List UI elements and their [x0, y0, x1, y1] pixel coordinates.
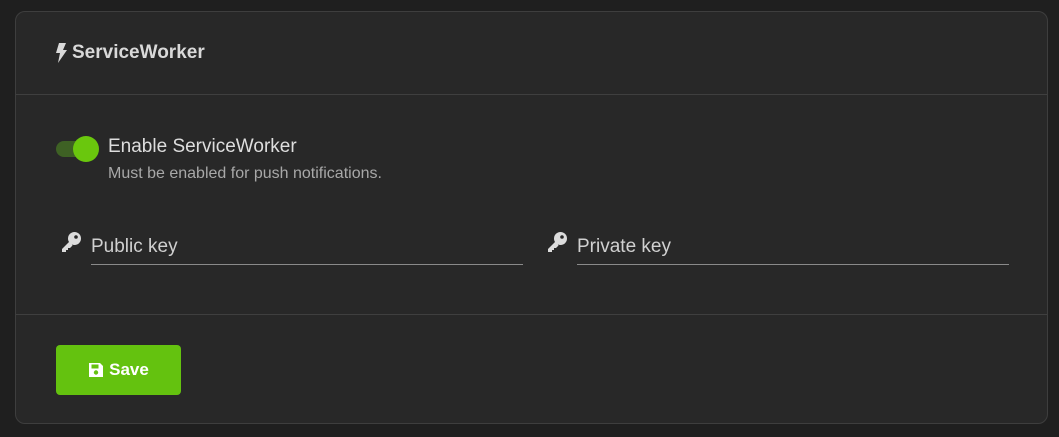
enable-serviceworker-toggle[interactable] — [56, 136, 100, 162]
panel-footer: Save — [16, 315, 1047, 423]
private-key-field — [546, 229, 1009, 265]
panel-title: ServiceWorker — [56, 42, 205, 64]
public-key-field — [60, 229, 523, 265]
key-icon — [548, 232, 567, 252]
serviceworker-panel: ServiceWorker Enable ServiceWorker Must … — [15, 11, 1048, 424]
toggle-help-text: Must be enabled for push notifications. — [108, 165, 382, 182]
floppy-disk-icon — [89, 363, 104, 377]
panel-header: ServiceWorker — [16, 12, 1047, 95]
toggle-label: Enable ServiceWorker — [108, 136, 297, 157]
public-key-input[interactable] — [91, 229, 523, 265]
toggle-knob — [73, 136, 99, 162]
save-button-label: Save — [109, 360, 149, 379]
panel-title-text: ServiceWorker — [72, 42, 205, 63]
panel-body: Enable ServiceWorker Must be enabled for… — [16, 95, 1047, 315]
bolt-icon — [56, 43, 67, 63]
save-button[interactable]: Save — [56, 345, 181, 395]
key-icon — [62, 232, 81, 252]
private-key-input[interactable] — [577, 229, 1009, 265]
